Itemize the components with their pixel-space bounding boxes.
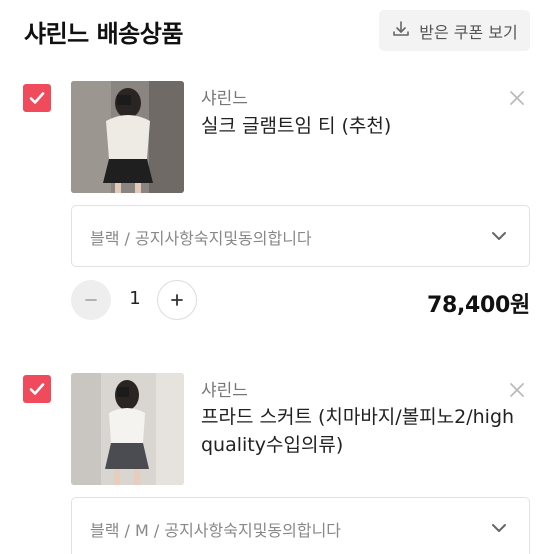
check-icon — [29, 92, 45, 104]
remove-item-button[interactable] — [508, 381, 526, 399]
quantity-decrease-button[interactable] — [71, 280, 111, 320]
view-coupons-button[interactable]: 받은 쿠폰 보기 — [379, 10, 530, 51]
check-icon — [29, 383, 45, 395]
product-photo — [71, 373, 184, 485]
item-price: 78,400원 — [426, 293, 530, 318]
product-photo — [71, 81, 184, 193]
item-checkbox[interactable] — [23, 84, 51, 112]
chevron-down-icon — [489, 518, 509, 538]
close-icon — [510, 383, 524, 397]
quantity-value: 1 — [129, 288, 141, 309]
product-thumbnail[interactable] — [71, 373, 184, 485]
item-checkbox[interactable] — [23, 375, 51, 403]
product-name[interactable]: 프라드 스커트 (치마바지/볼피노2/high quality수입의류) — [201, 403, 521, 459]
shop-name[interactable]: 샤린느 — [201, 376, 248, 401]
option-value: 블랙 / 공지사항숙지및동의합니다 — [90, 229, 312, 248]
product-thumbnail[interactable] — [71, 81, 184, 193]
close-icon — [510, 91, 524, 105]
chevron-down-icon — [489, 226, 509, 246]
quantity-increase-button[interactable] — [157, 280, 197, 320]
cart-header: 샤린느 배송상품 받은 쿠폰 보기 — [0, 0, 554, 64]
remove-item-button[interactable] — [508, 89, 526, 107]
option-select[interactable]: 블랙 / 공지사항숙지및동의합니다 — [71, 205, 530, 267]
option-value: 블랙 / M / 공지사항숙지및동의합니다 — [90, 521, 342, 540]
option-select[interactable]: 블랙 / M / 공지사항숙지및동의합니다 — [71, 497, 530, 554]
view-coupons-label: 받은 쿠폰 보기 — [419, 22, 518, 42]
download-icon — [391, 19, 411, 43]
plus-icon — [171, 294, 183, 306]
minus-icon — [85, 299, 97, 301]
page-title: 샤린느 배송상품 — [24, 20, 183, 48]
shop-name[interactable]: 샤린느 — [201, 84, 248, 109]
product-name[interactable]: 실크 글램트임 티 (추천) — [201, 112, 521, 140]
